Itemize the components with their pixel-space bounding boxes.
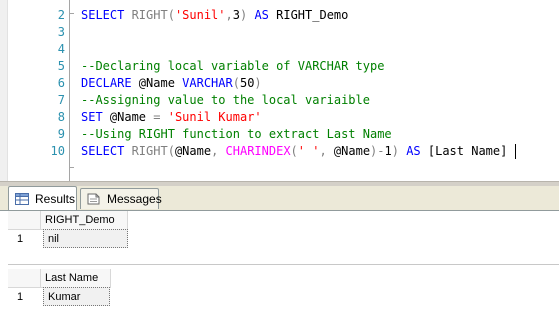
code-token: ) [239,8,255,22]
code-token: ) [254,76,262,90]
code-token: DECLARE [81,76,139,90]
code-token: , [225,8,233,22]
code-token: RIGHT [131,144,168,158]
code-token: @Name [174,144,212,158]
code-token: SELECT [81,8,132,22]
outline-marker [69,13,74,14]
line-number: 5 [57,59,65,73]
code-token: @Name [109,110,154,124]
tab-messages[interactable]: Messages [80,188,162,209]
column-header-right-demo[interactable]: RIGHT_Demo [41,211,128,230]
code-token: 'Sunil' [174,8,226,22]
code-token: VARCHAR [182,76,233,90]
code-token: 1 [384,144,392,158]
code-token: 'Sunil Kumar' [167,110,262,124]
code-token: --Using RIGHT function to extract Last N… [81,127,392,141]
code-token: 50 [239,76,255,90]
code-token: SET [81,110,110,124]
code-line[interactable]: --Assigning value to the local variaible [81,92,370,109]
grid-cell-right-demo[interactable]: nil [43,229,128,248]
code-line[interactable]: --Declaring local variable of VARCHAR ty… [81,58,384,75]
code-line[interactable]: --Using RIGHT function to extract Last N… [81,126,392,143]
code-token: AS [254,8,269,22]
code-token: --Assigning value to the local variaible [81,93,370,107]
results-pane: RIGHT_Demo 1 nil Last Name 1 Kumar [0,211,559,316]
code-line[interactable]: SELECT RIGHT('Sunil',3) AS RIGHT_Demo [81,7,348,24]
grid-separator [8,264,559,265]
line-number-gutter: 2 3 4 5 6 7 8 9 10 [7,0,65,181]
code-token: RIGHT_Demo [268,8,349,22]
code-token: 3 [232,8,240,22]
tab-messages-label: Messages [107,192,162,206]
code-area[interactable]: SELECT RIGHT('Sunil',3) AS RIGHT_Demo --D… [81,0,559,181]
code-token: CHARINDEX [225,144,291,158]
row-number[interactable]: 1 [8,230,41,249]
line-number: 9 [57,127,65,141]
code-token: @Name [333,144,371,158]
code-token: , [319,144,334,158]
code-token: ) [391,144,407,158]
code-token: [Last Name] [420,144,508,158]
line-number: 3 [57,25,65,39]
code-token: - [377,144,385,158]
code-line[interactable]: SET @Name = 'Sunil Kumar' [81,109,262,126]
sql-editor[interactable]: 2 3 4 5 6 7 8 9 10 SELECT RIGHT('Sunil',3) AS RI… [0,0,559,181]
code-line[interactable]: SELECT RIGHT(@Name, CHARINDEX(' ', @Name… [81,143,507,160]
tab-results-label: Results [35,192,76,206]
code-token: RIGHT [131,8,168,22]
line-number: 10 [50,144,65,158]
grid-corner-cell[interactable] [8,211,41,230]
code-token: , [211,144,226,158]
row-number[interactable]: 1 [8,288,41,307]
outline-marker [69,167,74,168]
line-number: 7 [57,93,65,107]
code-token: ( [167,144,175,158]
text-caret [515,144,516,159]
tab-results[interactable]: Results [8,186,77,210]
line-number: 6 [57,76,65,90]
code-token: @Name [138,76,183,90]
results-tab-bar: Results Messages [0,186,559,211]
line-number: 8 [57,110,65,124]
code-token: ' ' [297,144,320,158]
code-token: AS [406,144,421,158]
outline-bar [69,0,70,181]
column-header-last-name[interactable]: Last Name [41,269,111,288]
line-number: 2 [57,8,65,22]
code-token: = [153,110,168,124]
code-token: ( [167,8,175,22]
line-number: 4 [57,42,65,56]
code-token: SELECT [81,144,132,158]
messages-icon [87,193,100,205]
code-token: --Declaring local variable of VARCHAR ty… [81,59,385,73]
code-token: ( [232,76,240,90]
grid-corner-cell[interactable] [8,269,41,288]
code-token: ( [290,144,298,158]
grid-icon [15,193,29,205]
grid-cell-last-name[interactable]: Kumar [43,287,110,306]
code-line[interactable]: DECLARE @Name VARCHAR(50) [81,75,262,92]
